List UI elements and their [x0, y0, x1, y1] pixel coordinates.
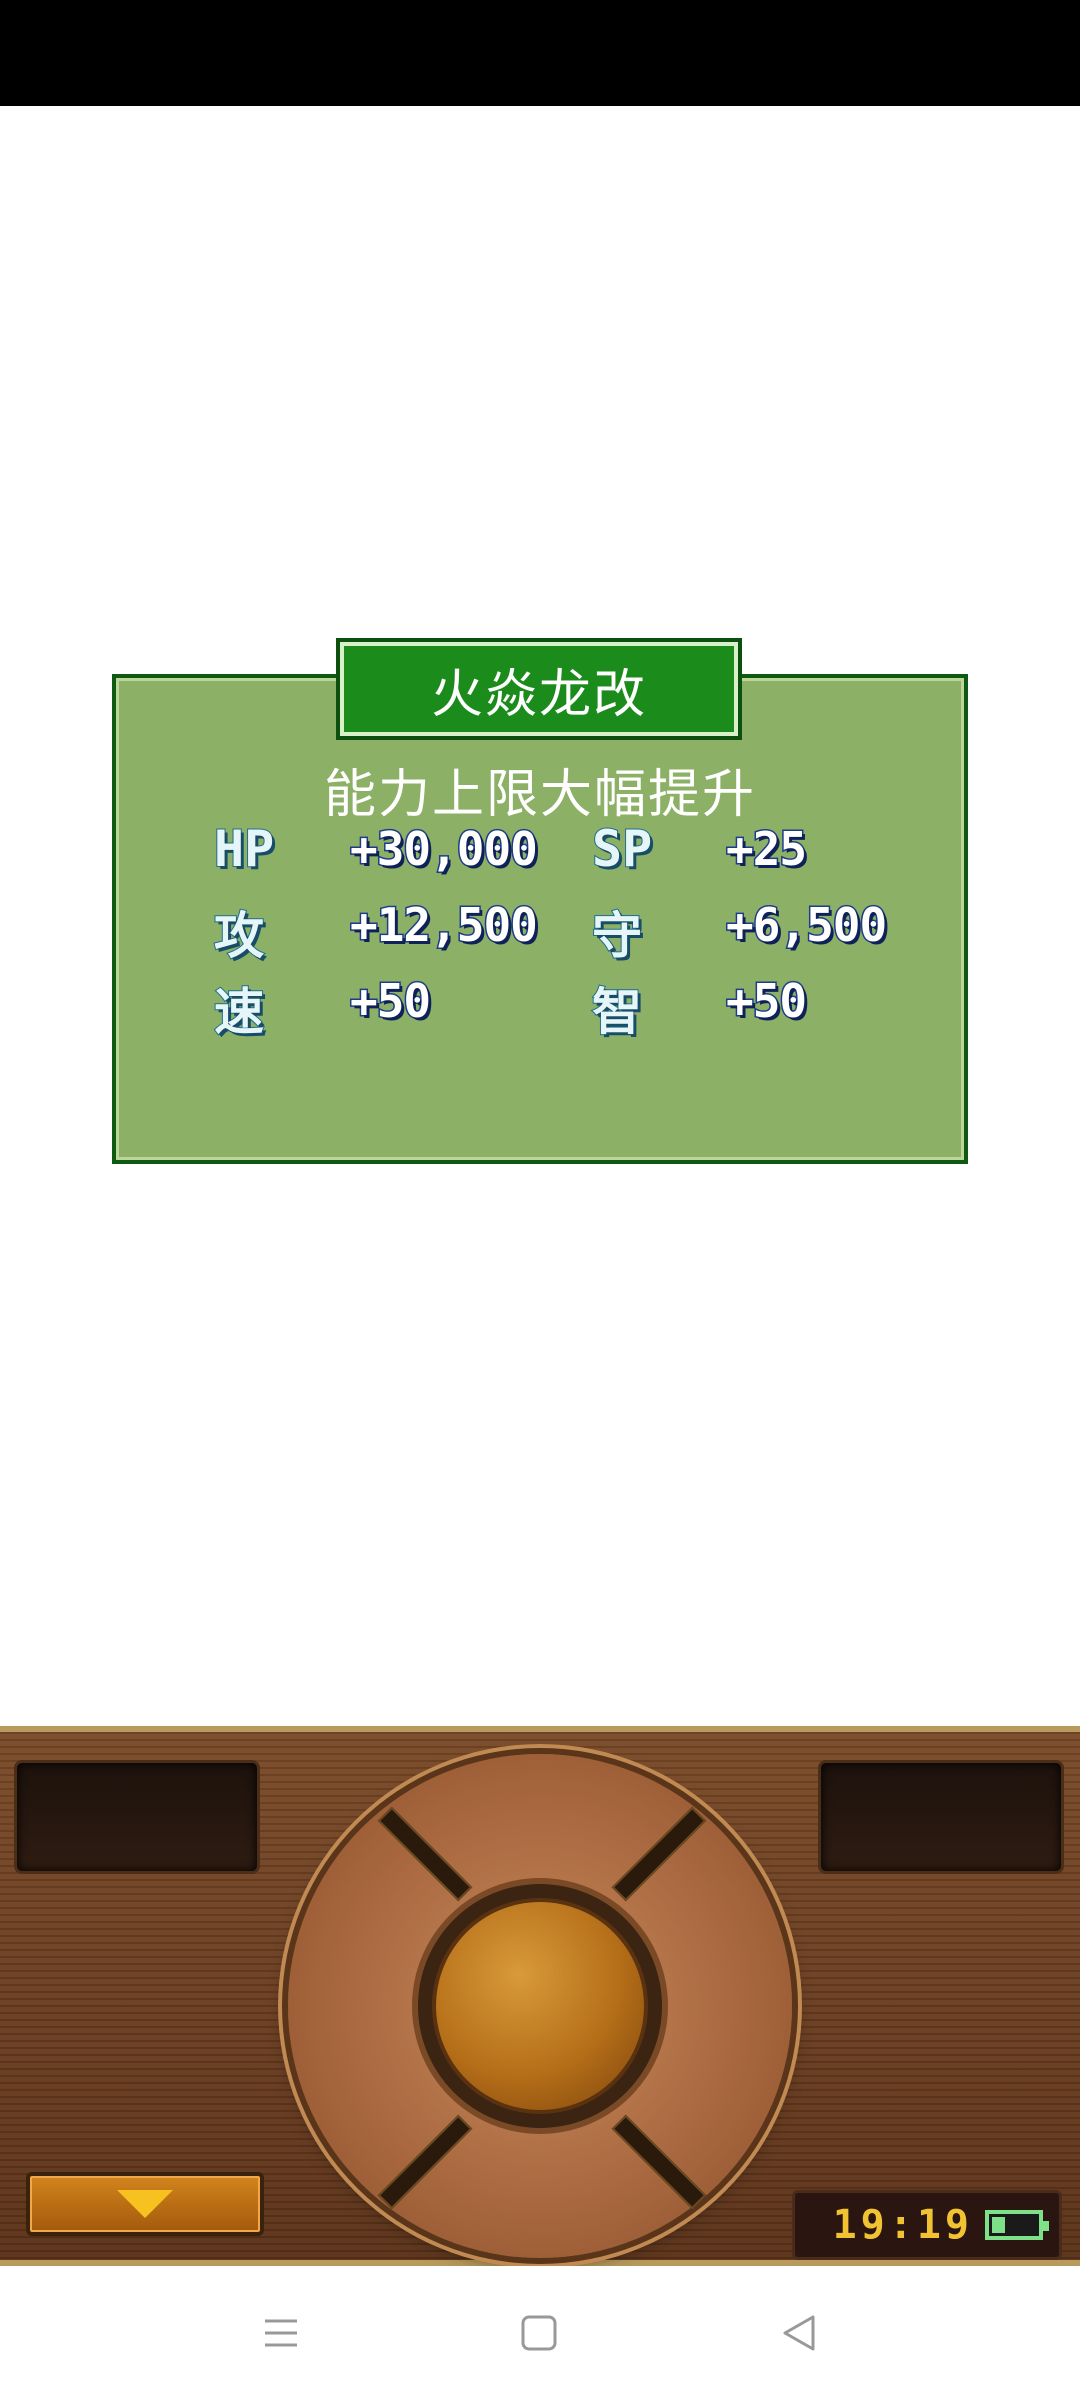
stat-value-speed: +50	[348, 973, 432, 1030]
battery-icon	[985, 2210, 1049, 2240]
stat-label-sp: SP	[591, 819, 653, 879]
dpad-divider	[611, 2114, 707, 2210]
navigation-bar	[0, 2266, 1080, 2400]
panel-subtitle: 能力上限大幅提升	[323, 765, 756, 825]
battery-level	[992, 2217, 1005, 2233]
stat-label-attack: 攻	[213, 906, 265, 966]
stat-value-intelligence: +50	[724, 973, 808, 1030]
left-soft-key[interactable]	[14, 1760, 260, 1874]
stat-value-hp: +30,000	[349, 821, 540, 878]
menu-icon[interactable]	[256, 2308, 306, 2358]
clock-battery-display: 19:19	[792, 2190, 1062, 2260]
home-icon[interactable]	[514, 2308, 564, 2358]
stat-value-sp: +25	[724, 821, 808, 878]
stat-value-defense: +6,500	[724, 897, 888, 954]
virtual-controller: 19:19	[0, 1726, 1080, 2266]
dpad-center-button[interactable]	[436, 1902, 644, 2110]
panel-title: 火焱龙改	[336, 638, 742, 740]
dpad[interactable]	[288, 1754, 792, 2258]
menu-toggle-button[interactable]	[26, 2172, 264, 2236]
right-soft-key[interactable]	[818, 1760, 1064, 1874]
stat-label-speed: 速	[213, 982, 265, 1042]
stat-value-attack: +12,500	[349, 897, 540, 954]
dpad-divider	[377, 1806, 473, 1902]
stat-label-intelligence: 智	[591, 982, 643, 1042]
stat-label-hp: HP	[213, 819, 275, 879]
stat-label-defense: 守	[591, 906, 643, 966]
status-bar	[0, 0, 1080, 106]
dpad-divider	[377, 2114, 473, 2210]
dpad-divider	[611, 1806, 707, 1902]
back-icon[interactable]	[774, 2308, 824, 2358]
clock-text: 19:19	[832, 2202, 973, 2248]
down-arrow-icon	[117, 2190, 173, 2218]
